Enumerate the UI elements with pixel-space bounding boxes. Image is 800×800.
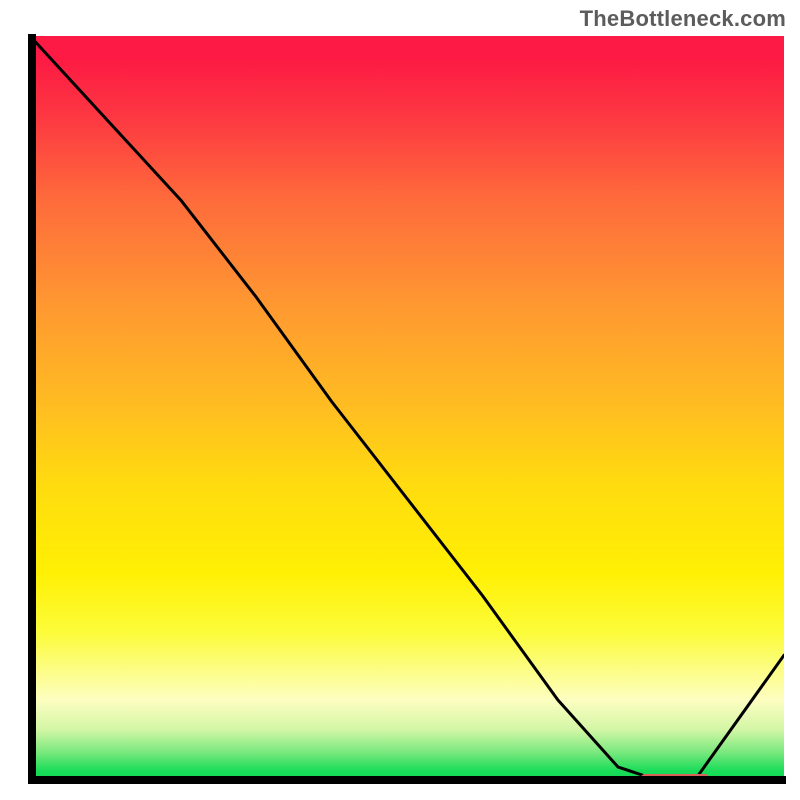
plot-area xyxy=(30,36,784,782)
curve-line xyxy=(30,36,784,782)
watermark-text: TheBottleneck.com xyxy=(580,6,786,32)
x-axis xyxy=(28,776,786,784)
y-axis xyxy=(28,34,36,784)
chart-container: TheBottleneck.com xyxy=(0,0,800,800)
